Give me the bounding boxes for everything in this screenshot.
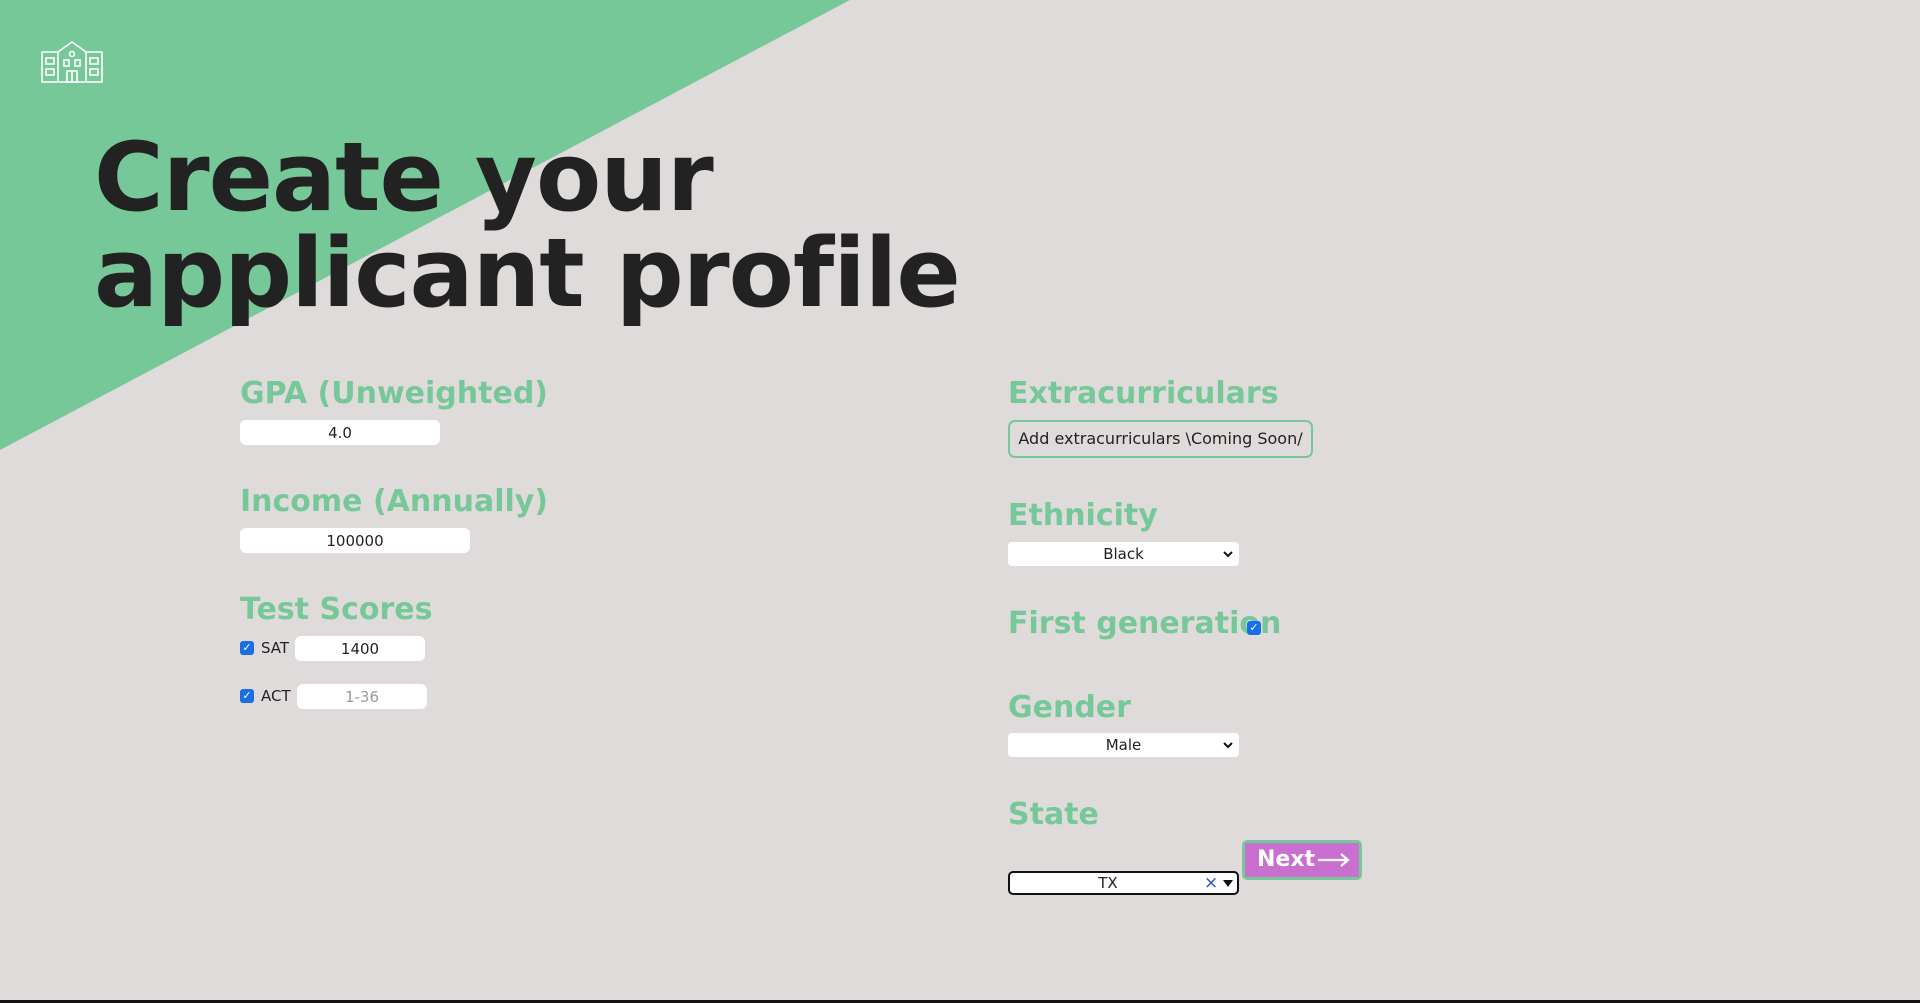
first-generation-checkbox[interactable]: ✓	[1247, 621, 1261, 635]
ethnicity-selected-value: Black	[1103, 545, 1144, 563]
gpa-label: GPA (Unweighted)	[240, 376, 548, 411]
ethnicity-label: Ethnicity	[1008, 498, 1158, 533]
act-checkbox[interactable]: ✓	[240, 689, 254, 703]
page-title: Create your applicant profile	[94, 123, 961, 329]
income-input[interactable]	[240, 528, 470, 553]
ethnicity-select[interactable]: Black	[1008, 542, 1239, 566]
sat-label: SAT	[261, 639, 290, 657]
extracurriculars-label: Extracurriculars	[1008, 376, 1279, 411]
dropdown-arrow-icon[interactable]	[1222, 877, 1234, 889]
test-scores-label: Test Scores	[240, 592, 433, 627]
gender-label: Gender	[1008, 690, 1131, 725]
gender-selected-value: Male	[1105, 736, 1142, 754]
gpa-input[interactable]	[240, 420, 440, 445]
act-label: ACT	[261, 687, 291, 705]
chevron-down-icon	[1223, 742, 1233, 749]
sat-input[interactable]	[295, 636, 425, 661]
next-button[interactable]: Next	[1242, 840, 1362, 880]
state-select[interactable]: TX ×	[1008, 871, 1239, 895]
income-label: Income (Annually)	[240, 484, 549, 519]
sat-checkbox[interactable]: ✓	[240, 641, 254, 655]
gender-select[interactable]: Male	[1008, 733, 1239, 757]
clear-icon[interactable]: ×	[1204, 874, 1218, 892]
act-input[interactable]	[297, 684, 427, 709]
state-selected-value: TX	[1098, 874, 1118, 892]
page-title-line2: applicant profile	[94, 219, 961, 329]
next-button-label: Next	[1257, 847, 1316, 872]
chevron-down-icon	[1223, 551, 1233, 558]
school-building-icon[interactable]	[40, 38, 104, 86]
page-title-line1: Create your	[94, 123, 714, 233]
state-label: State	[1008, 797, 1099, 832]
first-generation-label: First generation	[1008, 606, 1282, 641]
arrow-right-icon	[1318, 853, 1350, 867]
page: Create your applicant profile GPA (Unwei…	[0, 0, 1920, 1003]
add-extracurriculars-button[interactable]: Add extracurriculars \Coming Soon/	[1008, 420, 1313, 458]
